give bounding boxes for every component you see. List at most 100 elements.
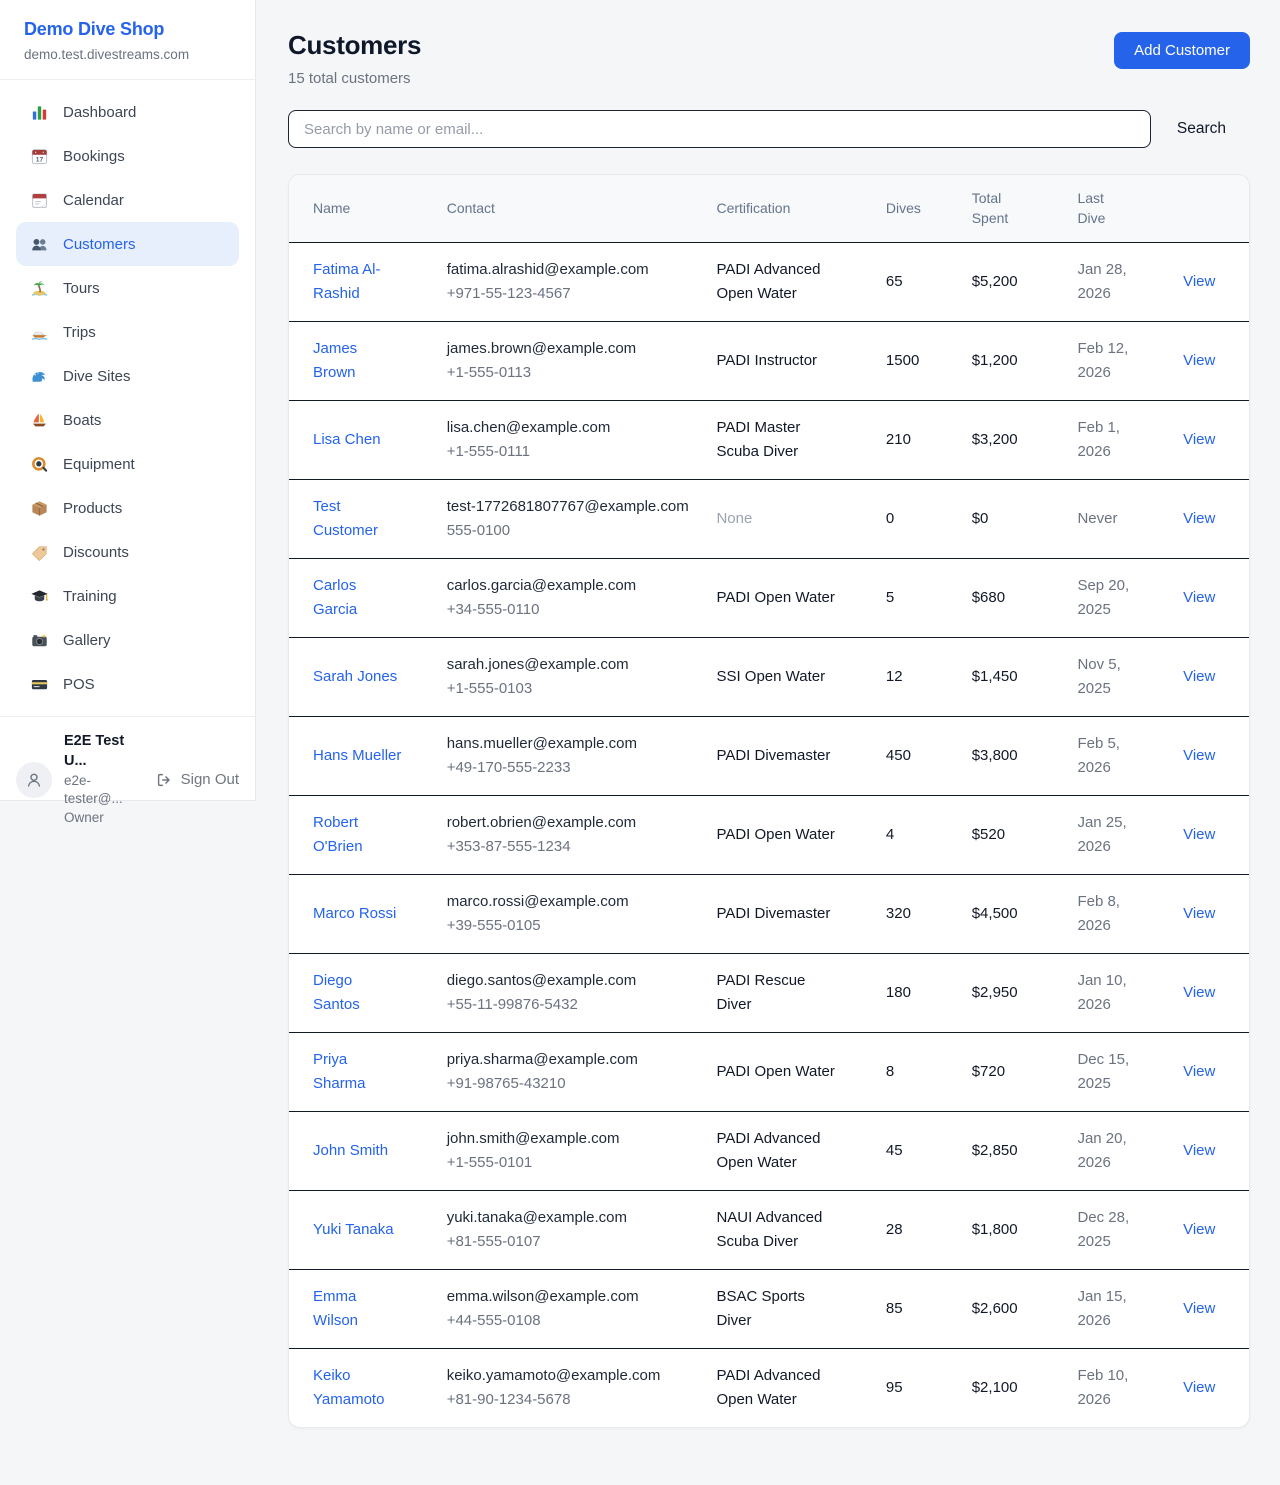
customer-email: diego.santos@example.com <box>447 969 693 993</box>
person-icon <box>24 770 44 790</box>
view-link[interactable]: View <box>1183 589 1215 606</box>
view-link[interactable]: View <box>1183 984 1215 1001</box>
customer-dives: 320 <box>874 874 960 953</box>
customer-dives: 1500 <box>874 321 960 400</box>
customer-name-link[interactable]: Lisa Chen <box>313 428 403 452</box>
view-link[interactable]: View <box>1183 826 1215 843</box>
customer-certification: PADI Master Scuba Diver <box>716 416 842 464</box>
customer-dives: 95 <box>874 1348 960 1427</box>
customer-email: priya.sharma@example.com <box>447 1048 693 1072</box>
customer-dives: 65 <box>874 242 960 321</box>
customer-last-dive: Feb 1, 2026 <box>1077 416 1137 464</box>
view-link[interactable]: View <box>1183 1379 1215 1396</box>
customer-name-link[interactable]: James Brown <box>313 337 403 385</box>
customer-last-dive: Jan 15, 2026 <box>1077 1285 1137 1333</box>
sidebar-item-calendar[interactable]: Calendar <box>16 178 239 222</box>
customer-name-link[interactable]: Hans Mueller <box>313 744 403 768</box>
sidebar-item-label: Calendar <box>63 192 124 209</box>
table-row: Fatima Al-Rashidfatima.alrashid@example.… <box>289 242 1249 321</box>
view-link[interactable]: View <box>1183 668 1215 685</box>
sidebar-item-products[interactable]: Products <box>16 486 239 530</box>
sidebar-item-discounts[interactable]: Discounts <box>16 530 239 574</box>
customer-name-link[interactable]: Sarah Jones <box>313 665 403 689</box>
customer-total-spent: $1,800 <box>960 1190 1066 1269</box>
search-button[interactable]: Search <box>1151 120 1250 138</box>
customer-total-spent: $1,200 <box>960 321 1066 400</box>
customer-certification: PADI Divemaster <box>716 744 842 768</box>
sidebar: Demo Dive Shop demo.test.divestreams.com… <box>0 0 256 801</box>
customer-last-dive: Jan 20, 2026 <box>1077 1127 1137 1175</box>
page-header: Customers 15 total customers Add Custome… <box>288 30 1250 87</box>
customer-certification: PADI Open Water <box>716 1060 842 1084</box>
brand-block: Demo Dive Shop demo.test.divestreams.com <box>0 0 255 79</box>
customer-last-dive: Dec 15, 2025 <box>1077 1048 1137 1096</box>
view-link[interactable]: View <box>1183 510 1215 527</box>
sidebar-item-label: Dashboard <box>63 104 136 121</box>
sign-out-button[interactable]: Sign Out <box>155 771 239 789</box>
view-link[interactable]: View <box>1183 1300 1215 1317</box>
svg-text:17: 17 <box>35 156 43 163</box>
customer-name-link[interactable]: Keiko Yamamoto <box>313 1364 403 1412</box>
sidebar-item-dive-sites[interactable]: Dive Sites <box>16 354 239 398</box>
sidebar-item-tours[interactable]: Tours <box>16 266 239 310</box>
sidebar-item-trips[interactable]: Trips <box>16 310 239 354</box>
customer-total-spent: $4,500 <box>960 874 1066 953</box>
user-name: E2E Test U... <box>64 731 143 772</box>
search-row: Search <box>288 110 1250 148</box>
customer-name-link[interactable]: Test Customer <box>313 495 403 543</box>
customer-total-spent: $0 <box>960 479 1066 558</box>
customer-total-spent: $520 <box>960 795 1066 874</box>
customer-name-link[interactable]: Emma Wilson <box>313 1285 403 1333</box>
customer-certification: PADI Advanced Open Water <box>716 1364 842 1412</box>
view-link[interactable]: View <box>1183 352 1215 369</box>
customer-email: marco.rossi@example.com <box>447 890 693 914</box>
sidebar-item-label: Bookings <box>63 148 125 165</box>
customer-name-link[interactable]: Marco Rossi <box>313 902 403 926</box>
view-link[interactable]: View <box>1183 273 1215 290</box>
table-header-row: Name Contact Certification Dives Total S… <box>289 175 1249 242</box>
customer-name-link[interactable]: Robert O'Brien <box>313 811 403 859</box>
add-customer-button[interactable]: Add Customer <box>1114 32 1250 69</box>
customer-certification: PADI Open Water <box>716 823 842 847</box>
col-header-certification: Certification <box>704 175 873 242</box>
table-row: James Brownjames.brown@example.com+1-555… <box>289 321 1249 400</box>
sidebar-nav: Dashboard 17 Bookings Calendar CustomersTour… <box>0 80 255 716</box>
customer-name-link[interactable]: Yuki Tanaka <box>313 1218 403 1242</box>
view-link[interactable]: View <box>1183 1221 1215 1238</box>
customer-phone: +49-170-555-2233 <box>447 756 693 780</box>
sidebar-item-pos[interactable]: POS <box>16 662 239 706</box>
sidebar-item-customers[interactable]: Customers <box>16 222 239 266</box>
customer-total-spent: $1,450 <box>960 637 1066 716</box>
sidebar-item-label: Trips <box>63 324 96 341</box>
customer-phone: +1-555-0111 <box>447 440 693 464</box>
sidebar-item-training[interactable]: Training <box>16 574 239 618</box>
sidebar-item-gallery[interactable]: Gallery <box>16 618 239 662</box>
view-link[interactable]: View <box>1183 747 1215 764</box>
customer-dives: 12 <box>874 637 960 716</box>
table-row: Marco Rossimarco.rossi@example.com+39-55… <box>289 874 1249 953</box>
sailboat-icon <box>29 410 49 430</box>
sidebar-item-equipment[interactable]: Equipment <box>16 442 239 486</box>
user-email: e2e-tester@... <box>64 772 143 810</box>
page-title: Customers <box>288 30 421 61</box>
table-row: Carlos Garciacarlos.garcia@example.com+3… <box>289 558 1249 637</box>
customer-dives: 180 <box>874 953 960 1032</box>
view-link[interactable]: View <box>1183 1142 1215 1159</box>
customer-name-link[interactable]: Priya Sharma <box>313 1048 403 1096</box>
page-header-text: Customers 15 total customers <box>288 30 421 87</box>
view-link[interactable]: View <box>1183 431 1215 448</box>
sidebar-item-bookings[interactable]: 17 Bookings <box>16 134 239 178</box>
user-box: E2E Test U... e2e-tester@... Owner Sign … <box>0 716 255 844</box>
customer-name-link[interactable]: Fatima Al-Rashid <box>313 258 403 306</box>
view-link[interactable]: View <box>1183 1063 1215 1080</box>
sidebar-item-boats[interactable]: Boats <box>16 398 239 442</box>
customer-name-link[interactable]: Carlos Garcia <box>313 574 403 622</box>
customer-name-link[interactable]: John Smith <box>313 1139 403 1163</box>
sidebar-item-dashboard[interactable]: Dashboard <box>16 90 239 134</box>
view-link[interactable]: View <box>1183 905 1215 922</box>
customer-phone: +1-555-0103 <box>447 677 693 701</box>
search-input[interactable] <box>288 110 1151 148</box>
customer-last-dive: Jan 10, 2026 <box>1077 969 1137 1017</box>
customer-phone: +353-87-555-1234 <box>447 835 693 859</box>
customer-name-link[interactable]: Diego Santos <box>313 969 403 1017</box>
